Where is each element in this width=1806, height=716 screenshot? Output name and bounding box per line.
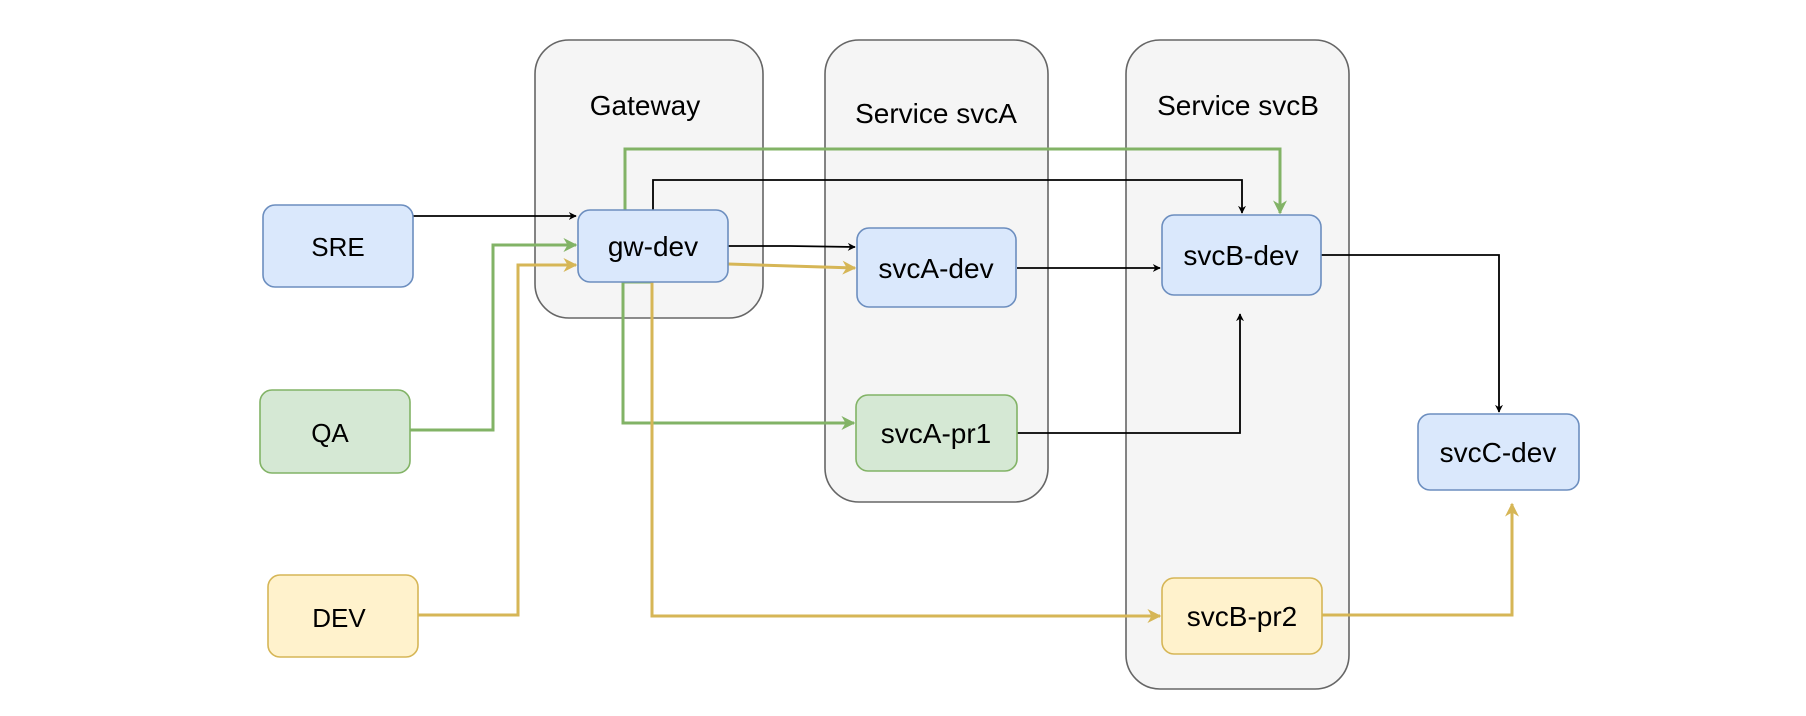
- node-svcc-dev-label: svcC-dev: [1440, 437, 1557, 468]
- node-gw-dev[interactable]: gw-dev: [577, 209, 729, 283]
- container-gateway-label: Gateway: [590, 90, 701, 121]
- node-svca-dev[interactable]: svcA-dev: [856, 227, 1017, 308]
- node-svcb-dev-label: svcB-dev: [1183, 240, 1298, 271]
- node-svcb-pr2[interactable]: svcB-pr2: [1161, 577, 1323, 655]
- container-service-svca-label: Service svcA: [855, 98, 1017, 129]
- node-svca-pr1-label: svcA-pr1: [881, 418, 991, 449]
- node-sre[interactable]: SRE: [262, 204, 414, 288]
- node-svca-dev-label: svcA-dev: [878, 253, 993, 284]
- node-qa[interactable]: QA: [259, 389, 411, 474]
- node-dev-label: DEV: [312, 603, 366, 633]
- node-svcc-dev[interactable]: svcC-dev: [1417, 413, 1580, 491]
- node-svcb-pr2-label: svcB-pr2: [1187, 601, 1297, 632]
- node-svca-pr1[interactable]: svcA-pr1: [855, 394, 1018, 472]
- edge-dev-to-gw-dev[interactable]: [418, 258, 578, 617]
- container-service-svcb-label: Service svcB: [1157, 90, 1319, 121]
- edge-svcb-pr2-to-svcc-dev[interactable]: [1322, 502, 1519, 617]
- node-dev[interactable]: DEV: [267, 574, 419, 658]
- node-gw-dev-label: gw-dev: [608, 231, 698, 262]
- service-routing-diagram: Gateway Service svcA Service svcB SRE QA…: [259, 39, 1580, 690]
- edge-gw-dev-to-svca-dev-black[interactable]: [728, 242, 856, 251]
- node-svcb-dev[interactable]: svcB-dev: [1161, 214, 1322, 296]
- node-qa-label: QA: [311, 418, 349, 448]
- node-sre-label: SRE: [311, 232, 364, 262]
